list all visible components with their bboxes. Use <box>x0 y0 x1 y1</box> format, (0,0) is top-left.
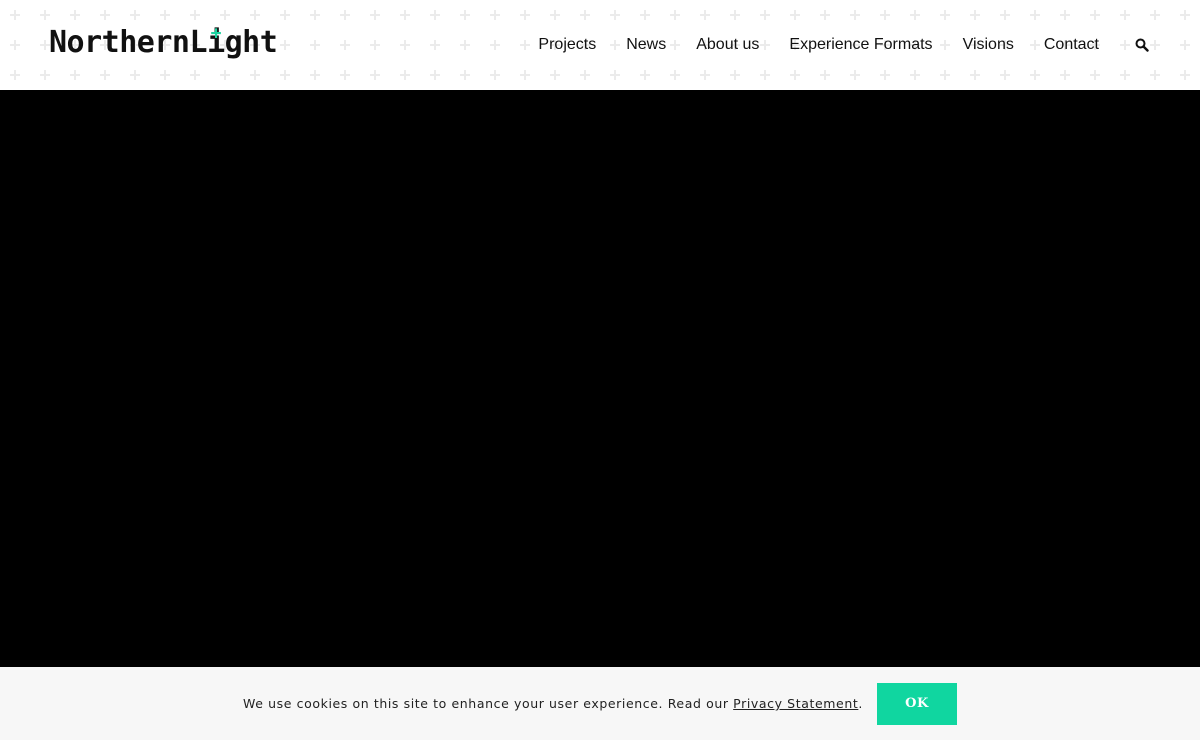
cross-accent-icon: + <box>210 23 222 44</box>
logo-text-l: L <box>189 25 208 60</box>
privacy-statement-link[interactable]: Privacy Statement <box>733 696 858 711</box>
nav-item-projects[interactable]: Projects <box>523 0 611 90</box>
nav-item-contact[interactable]: Contact <box>1029 0 1114 90</box>
logo-i-with-cross: i + <box>207 23 225 60</box>
nav-item-experience-formats[interactable]: Experience Formats <box>774 0 947 90</box>
main-navigation: Projects News About us Experience Format… <box>523 0 1200 90</box>
logo-text-ght: ght <box>224 25 278 60</box>
site-header: NorthernLi + ght Projects News About us Ex… <box>0 0 1200 90</box>
search-button[interactable] <box>1114 0 1170 90</box>
cookie-message: We use cookies on this site to enhance y… <box>243 696 863 711</box>
search-icon <box>1135 38 1149 52</box>
nav-item-visions[interactable]: Visions <box>948 0 1029 90</box>
cookie-consent-bar: We use cookies on this site to enhance y… <box>0 667 1200 740</box>
nav-item-news[interactable]: News <box>611 0 681 90</box>
logo-text-northern: Northern <box>49 25 190 60</box>
hero-video-area[interactable] <box>0 90 1200 667</box>
nav-item-about-us[interactable]: About us <box>681 0 774 90</box>
cookie-ok-button[interactable]: OK <box>876 682 957 725</box>
site-logo[interactable]: NorthernLi + ght <box>49 23 278 60</box>
